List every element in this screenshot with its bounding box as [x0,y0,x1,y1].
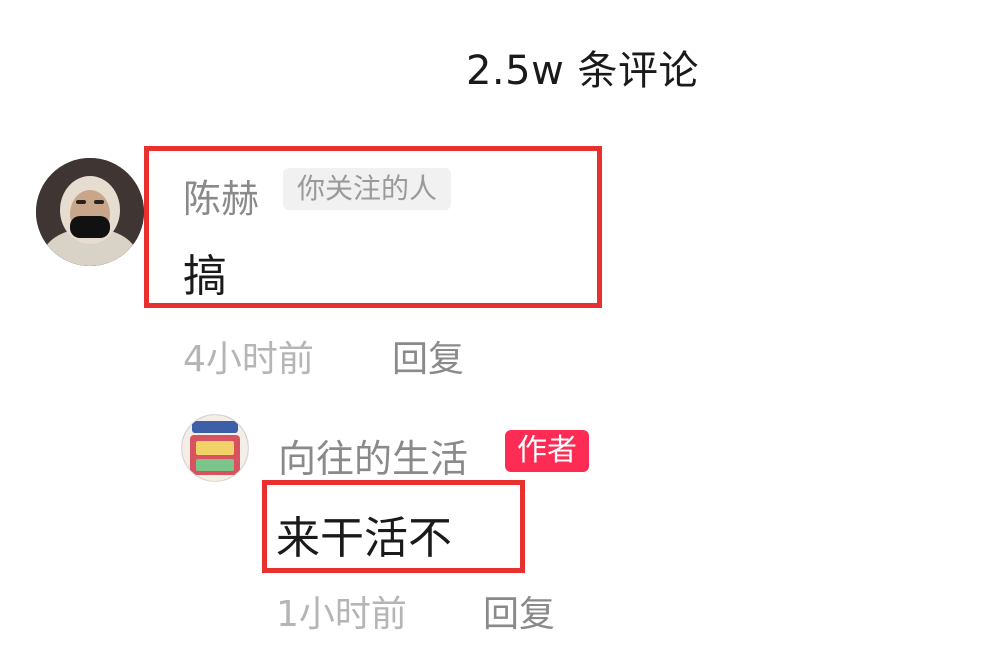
avatar[interactable] [181,414,249,482]
comment-text: 搞 [183,251,227,302]
avatar[interactable] [36,158,144,266]
following-badge: 你关注的人 [283,168,452,210]
user-avatar-image [36,158,144,266]
comment-timestamp: 1小时前 [276,594,407,635]
comment-username[interactable]: 陈赫 [183,168,259,223]
comment-text: 来干活不 [276,513,452,564]
show-logo-avatar-image [182,415,248,481]
reply-button[interactable]: 回复 [483,585,555,637]
comment-count-title: 2.5w 条评论 [465,48,700,94]
comments-panel: 2.5w 条评论 陈赫 你关注的人 搞 4小时前 回复 向往的生活 作者 来干活… [0,0,1000,666]
comment-username[interactable]: 向往的生活 [278,428,468,483]
author-badge: 作者 [505,430,589,472]
comment-timestamp: 4小时前 [183,339,314,380]
reply-button[interactable]: 回复 [392,330,464,382]
